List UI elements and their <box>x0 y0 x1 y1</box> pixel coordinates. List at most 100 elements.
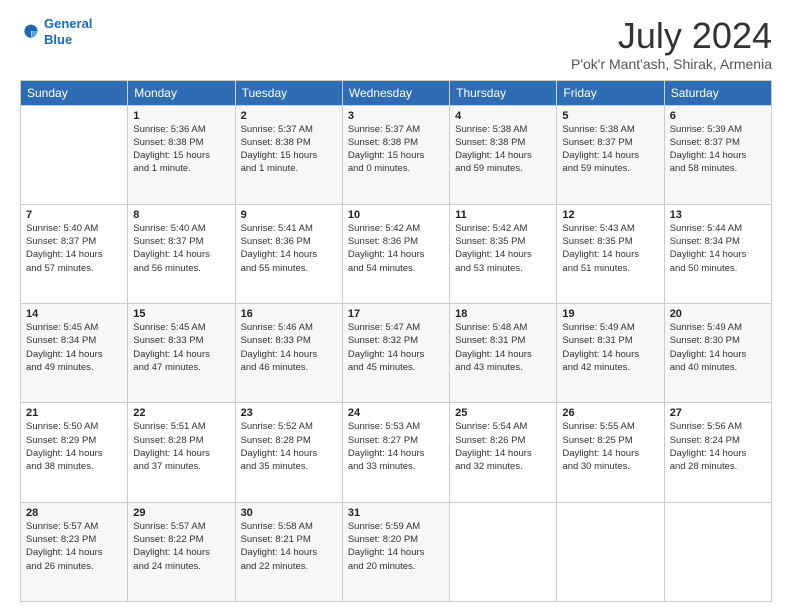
cell-info: Sunrise: 5:54 AMSunset: 8:26 PMDaylight:… <box>455 420 551 473</box>
calendar-cell: 14Sunrise: 5:45 AMSunset: 8:34 PMDayligh… <box>21 304 128 403</box>
cell-info: Sunrise: 5:36 AMSunset: 8:38 PMDaylight:… <box>133 123 229 176</box>
calendar-cell <box>664 502 771 601</box>
title-block: July 2024 P'ok'r Mant'ash, Shirak, Armen… <box>571 16 772 72</box>
day-header-wednesday: Wednesday <box>342 80 449 105</box>
cell-info: Sunrise: 5:42 AMSunset: 8:35 PMDaylight:… <box>455 222 551 275</box>
day-number: 18 <box>455 308 551 320</box>
calendar-header-row: SundayMondayTuesdayWednesdayThursdayFrid… <box>21 80 772 105</box>
day-number: 13 <box>670 209 766 221</box>
day-number: 28 <box>26 507 122 519</box>
day-number: 2 <box>241 110 337 122</box>
day-header-tuesday: Tuesday <box>235 80 342 105</box>
cell-info: Sunrise: 5:43 AMSunset: 8:35 PMDaylight:… <box>562 222 658 275</box>
calendar-cell: 7Sunrise: 5:40 AMSunset: 8:37 PMDaylight… <box>21 204 128 303</box>
calendar-cell: 8Sunrise: 5:40 AMSunset: 8:37 PMDaylight… <box>128 204 235 303</box>
calendar-week-row: 14Sunrise: 5:45 AMSunset: 8:34 PMDayligh… <box>21 304 772 403</box>
calendar-cell: 16Sunrise: 5:46 AMSunset: 8:33 PMDayligh… <box>235 304 342 403</box>
day-header-friday: Friday <box>557 80 664 105</box>
header: General Blue July 2024 P'ok'r Mant'ash, … <box>20 16 772 72</box>
logo-icon <box>20 21 42 43</box>
cell-info: Sunrise: 5:38 AMSunset: 8:38 PMDaylight:… <box>455 123 551 176</box>
cell-info: Sunrise: 5:42 AMSunset: 8:36 PMDaylight:… <box>348 222 444 275</box>
cell-info: Sunrise: 5:38 AMSunset: 8:37 PMDaylight:… <box>562 123 658 176</box>
day-number: 17 <box>348 308 444 320</box>
cell-info: Sunrise: 5:57 AMSunset: 8:22 PMDaylight:… <box>133 520 229 573</box>
day-number: 16 <box>241 308 337 320</box>
calendar-page: General Blue July 2024 P'ok'r Mant'ash, … <box>0 0 792 612</box>
day-number: 24 <box>348 407 444 419</box>
calendar-cell: 11Sunrise: 5:42 AMSunset: 8:35 PMDayligh… <box>450 204 557 303</box>
logo-text: General Blue <box>44 16 92 47</box>
calendar-cell: 27Sunrise: 5:56 AMSunset: 8:24 PMDayligh… <box>664 403 771 502</box>
calendar-week-row: 1Sunrise: 5:36 AMSunset: 8:38 PMDaylight… <box>21 105 772 204</box>
cell-info: Sunrise: 5:41 AMSunset: 8:36 PMDaylight:… <box>241 222 337 275</box>
calendar-cell <box>450 502 557 601</box>
day-number: 22 <box>133 407 229 419</box>
day-number: 11 <box>455 209 551 221</box>
cell-info: Sunrise: 5:55 AMSunset: 8:25 PMDaylight:… <box>562 420 658 473</box>
day-number: 3 <box>348 110 444 122</box>
day-number: 12 <box>562 209 658 221</box>
cell-info: Sunrise: 5:57 AMSunset: 8:23 PMDaylight:… <box>26 520 122 573</box>
day-number: 7 <box>26 209 122 221</box>
calendar-cell: 10Sunrise: 5:42 AMSunset: 8:36 PMDayligh… <box>342 204 449 303</box>
day-number: 1 <box>133 110 229 122</box>
cell-info: Sunrise: 5:53 AMSunset: 8:27 PMDaylight:… <box>348 420 444 473</box>
calendar-cell: 29Sunrise: 5:57 AMSunset: 8:22 PMDayligh… <box>128 502 235 601</box>
calendar-week-row: 7Sunrise: 5:40 AMSunset: 8:37 PMDaylight… <box>21 204 772 303</box>
calendar-cell: 22Sunrise: 5:51 AMSunset: 8:28 PMDayligh… <box>128 403 235 502</box>
day-number: 4 <box>455 110 551 122</box>
calendar-cell: 13Sunrise: 5:44 AMSunset: 8:34 PMDayligh… <box>664 204 771 303</box>
day-number: 6 <box>670 110 766 122</box>
day-header-saturday: Saturday <box>664 80 771 105</box>
calendar-cell: 12Sunrise: 5:43 AMSunset: 8:35 PMDayligh… <box>557 204 664 303</box>
day-number: 14 <box>26 308 122 320</box>
cell-info: Sunrise: 5:56 AMSunset: 8:24 PMDaylight:… <box>670 420 766 473</box>
cell-info: Sunrise: 5:40 AMSunset: 8:37 PMDaylight:… <box>26 222 122 275</box>
day-number: 21 <box>26 407 122 419</box>
cell-info: Sunrise: 5:45 AMSunset: 8:34 PMDaylight:… <box>26 321 122 374</box>
calendar-week-row: 28Sunrise: 5:57 AMSunset: 8:23 PMDayligh… <box>21 502 772 601</box>
calendar-cell: 1Sunrise: 5:36 AMSunset: 8:38 PMDaylight… <box>128 105 235 204</box>
cell-info: Sunrise: 5:47 AMSunset: 8:32 PMDaylight:… <box>348 321 444 374</box>
calendar-cell: 19Sunrise: 5:49 AMSunset: 8:31 PMDayligh… <box>557 304 664 403</box>
day-number: 5 <box>562 110 658 122</box>
day-number: 30 <box>241 507 337 519</box>
calendar-cell: 17Sunrise: 5:47 AMSunset: 8:32 PMDayligh… <box>342 304 449 403</box>
cell-info: Sunrise: 5:51 AMSunset: 8:28 PMDaylight:… <box>133 420 229 473</box>
cell-info: Sunrise: 5:52 AMSunset: 8:28 PMDaylight:… <box>241 420 337 473</box>
calendar-cell: 31Sunrise: 5:59 AMSunset: 8:20 PMDayligh… <box>342 502 449 601</box>
calendar-cell: 20Sunrise: 5:49 AMSunset: 8:30 PMDayligh… <box>664 304 771 403</box>
cell-info: Sunrise: 5:39 AMSunset: 8:37 PMDaylight:… <box>670 123 766 176</box>
day-number: 15 <box>133 308 229 320</box>
day-number: 9 <box>241 209 337 221</box>
day-number: 10 <box>348 209 444 221</box>
day-number: 31 <box>348 507 444 519</box>
cell-info: Sunrise: 5:59 AMSunset: 8:20 PMDaylight:… <box>348 520 444 573</box>
calendar-cell: 23Sunrise: 5:52 AMSunset: 8:28 PMDayligh… <box>235 403 342 502</box>
main-title: July 2024 <box>571 16 772 56</box>
calendar-cell: 9Sunrise: 5:41 AMSunset: 8:36 PMDaylight… <box>235 204 342 303</box>
day-number: 29 <box>133 507 229 519</box>
cell-info: Sunrise: 5:45 AMSunset: 8:33 PMDaylight:… <box>133 321 229 374</box>
calendar-cell: 30Sunrise: 5:58 AMSunset: 8:21 PMDayligh… <box>235 502 342 601</box>
calendar-cell: 26Sunrise: 5:55 AMSunset: 8:25 PMDayligh… <box>557 403 664 502</box>
calendar-cell: 24Sunrise: 5:53 AMSunset: 8:27 PMDayligh… <box>342 403 449 502</box>
cell-info: Sunrise: 5:37 AMSunset: 8:38 PMDaylight:… <box>348 123 444 176</box>
calendar-cell: 28Sunrise: 5:57 AMSunset: 8:23 PMDayligh… <box>21 502 128 601</box>
calendar-cell: 18Sunrise: 5:48 AMSunset: 8:31 PMDayligh… <box>450 304 557 403</box>
calendar-cell <box>21 105 128 204</box>
calendar-cell <box>557 502 664 601</box>
cell-info: Sunrise: 5:46 AMSunset: 8:33 PMDaylight:… <box>241 321 337 374</box>
cell-info: Sunrise: 5:44 AMSunset: 8:34 PMDaylight:… <box>670 222 766 275</box>
day-header-sunday: Sunday <box>21 80 128 105</box>
calendar-cell: 5Sunrise: 5:38 AMSunset: 8:37 PMDaylight… <box>557 105 664 204</box>
calendar-cell: 4Sunrise: 5:38 AMSunset: 8:38 PMDaylight… <box>450 105 557 204</box>
calendar-cell: 2Sunrise: 5:37 AMSunset: 8:38 PMDaylight… <box>235 105 342 204</box>
cell-info: Sunrise: 5:37 AMSunset: 8:38 PMDaylight:… <box>241 123 337 176</box>
cell-info: Sunrise: 5:49 AMSunset: 8:31 PMDaylight:… <box>562 321 658 374</box>
cell-info: Sunrise: 5:40 AMSunset: 8:37 PMDaylight:… <box>133 222 229 275</box>
day-number: 19 <box>562 308 658 320</box>
calendar-table: SundayMondayTuesdayWednesdayThursdayFrid… <box>20 80 772 602</box>
cell-info: Sunrise: 5:48 AMSunset: 8:31 PMDaylight:… <box>455 321 551 374</box>
